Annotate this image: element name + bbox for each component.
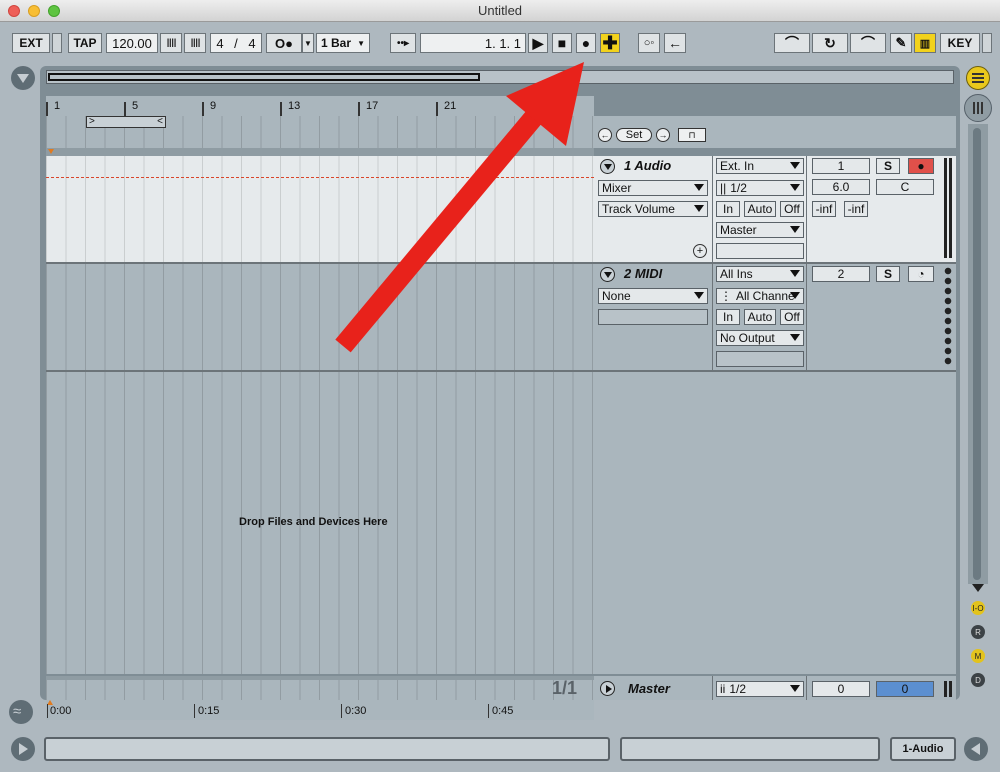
- arrow-shaft: [335, 103, 548, 353]
- annotation-arrow: [335, 62, 584, 353]
